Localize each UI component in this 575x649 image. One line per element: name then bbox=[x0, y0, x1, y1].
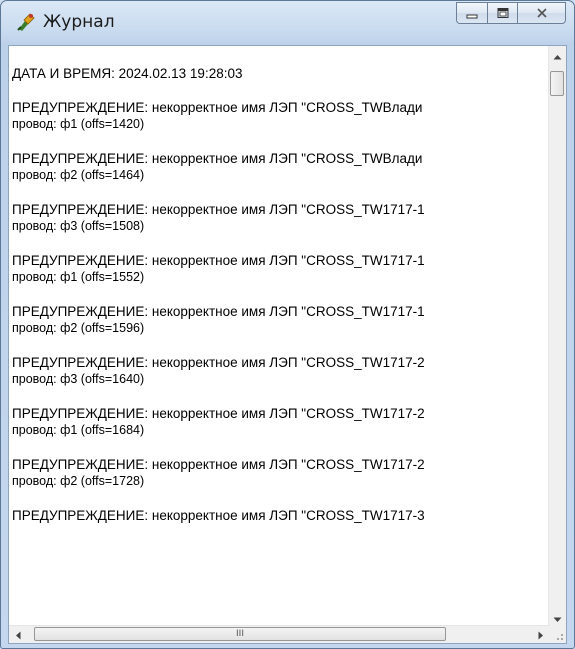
log-entry-detail: провод: ф2 (offs=1728) bbox=[12, 474, 145, 488]
title-bar[interactable]: Журнал bbox=[1, 1, 574, 43]
log-entry: ПРЕДУПРЕЖДЕНИЕ: некорректное имя ЛЭП "CR… bbox=[12, 303, 425, 337]
log-entry: ПРЕДУПРЕЖДЕНИЕ: некорректное имя ЛЭП "CR… bbox=[12, 99, 425, 133]
log-entry-detail: провод: ф1 (offs=1684) bbox=[12, 423, 145, 437]
log-entry-message: ПРЕДУПРЕЖДЕНИЕ: некорректное имя ЛЭП "CR… bbox=[12, 151, 423, 166]
log-entry-message: ПРЕДУПРЕЖДЕНИЕ: некорректное имя ЛЭП "CR… bbox=[12, 355, 425, 370]
log-entry-detail: провод: ф2 (offs=1464) bbox=[12, 168, 145, 182]
minimize-button[interactable] bbox=[456, 2, 488, 24]
minimize-icon bbox=[465, 4, 479, 23]
vertical-scrollbar[interactable] bbox=[548, 46, 566, 626]
log-entry-detail: провод: ф3 (offs=1640) bbox=[12, 372, 145, 386]
arrow-right-icon bbox=[538, 625, 544, 644]
log-entry-message: ПРЕДУПРЕЖДЕНИЕ: некорректное имя ЛЭП "CR… bbox=[12, 406, 425, 421]
log-entry-message: ПРЕДУПРЕЖДЕНИЕ: некорректное имя ЛЭП "CR… bbox=[12, 508, 425, 523]
log-entry: ПРЕДУПРЕЖДЕНИЕ: некорректное имя ЛЭП "CR… bbox=[12, 456, 425, 490]
scroll-up-button[interactable] bbox=[549, 46, 566, 63]
arrow-down-icon bbox=[553, 608, 562, 627]
log-entry: ПРЕДУПРЕЖДЕНИЕ: некорректное имя ЛЭП "CR… bbox=[12, 150, 425, 184]
scroll-left-button[interactable] bbox=[9, 626, 26, 643]
arrow-up-icon bbox=[553, 45, 562, 64]
log-entry-detail: провод: ф2 (offs=1596) bbox=[12, 321, 145, 335]
log-entry-message: ПРЕДУПРЕЖДЕНИЕ: некорректное имя ЛЭП "CR… bbox=[12, 457, 425, 472]
scroll-right-button[interactable] bbox=[532, 626, 549, 643]
close-icon bbox=[535, 4, 549, 23]
resize-grip[interactable] bbox=[549, 626, 566, 643]
log-entry-detail: провод: ф1 (offs=1420) bbox=[12, 117, 145, 131]
horizontal-scrollbar[interactable]: III bbox=[9, 625, 549, 643]
log-entry-detail: провод: ф3 (offs=1508) bbox=[12, 219, 145, 233]
log-entry-message: ПРЕДУПРЕЖДЕНИЕ: некорректное имя ЛЭП "CR… bbox=[12, 253, 425, 268]
arrow-left-icon bbox=[15, 625, 21, 644]
journal-app-icon bbox=[15, 11, 37, 33]
log-text-area[interactable]: ДАТА И ВРЕМЯ: 2024.02.13 19:28:03 ПРЕДУП… bbox=[9, 46, 549, 626]
log-panel: ДАТА И ВРЕМЯ: 2024.02.13 19:28:03 ПРЕДУП… bbox=[8, 45, 567, 644]
log-entry: ПРЕДУПРЕЖДЕНИЕ: некорректное имя ЛЭП "CR… bbox=[12, 252, 425, 286]
log-entry-detail: провод: ф1 (offs=1552) bbox=[12, 270, 145, 284]
maximize-icon bbox=[496, 4, 510, 23]
scroll-down-button[interactable] bbox=[549, 609, 566, 626]
journal-window: Журнал ДАТА И ВРЕМЯ: 2024.02.13 19:28:03… bbox=[0, 0, 575, 649]
close-button[interactable] bbox=[518, 2, 566, 24]
maximize-button[interactable] bbox=[488, 2, 518, 24]
log-entry: ПРЕДУПРЕЖДЕНИЕ: некорректное имя ЛЭП "CR… bbox=[12, 507, 425, 524]
horizontal-scroll-thumb[interactable]: III bbox=[34, 627, 446, 641]
log-header: ДАТА И ВРЕМЯ: 2024.02.13 19:28:03 bbox=[12, 66, 243, 81]
vertical-scroll-thumb[interactable] bbox=[550, 71, 564, 96]
log-entry-message: ПРЕДУПРЕЖДЕНИЕ: некорректное имя ЛЭП "CR… bbox=[12, 304, 425, 319]
log-entry: ПРЕДУПРЕЖДЕНИЕ: некорректное имя ЛЭП "CR… bbox=[12, 354, 425, 388]
log-entry: ПРЕДУПРЕЖДЕНИЕ: некорректное имя ЛЭП "CR… bbox=[12, 405, 425, 439]
log-entry: ПРЕДУПРЕЖДЕНИЕ: некорректное имя ЛЭП "CR… bbox=[12, 201, 425, 235]
window-title: Журнал bbox=[43, 12, 115, 32]
log-entry-message: ПРЕДУПРЕЖДЕНИЕ: некорректное имя ЛЭП "CR… bbox=[12, 100, 423, 115]
log-entry-message: ПРЕДУПРЕЖДЕНИЕ: некорректное имя ЛЭП "CR… bbox=[12, 202, 425, 217]
scroll-thumb-grip: III bbox=[236, 629, 244, 639]
window-controls bbox=[456, 2, 566, 24]
